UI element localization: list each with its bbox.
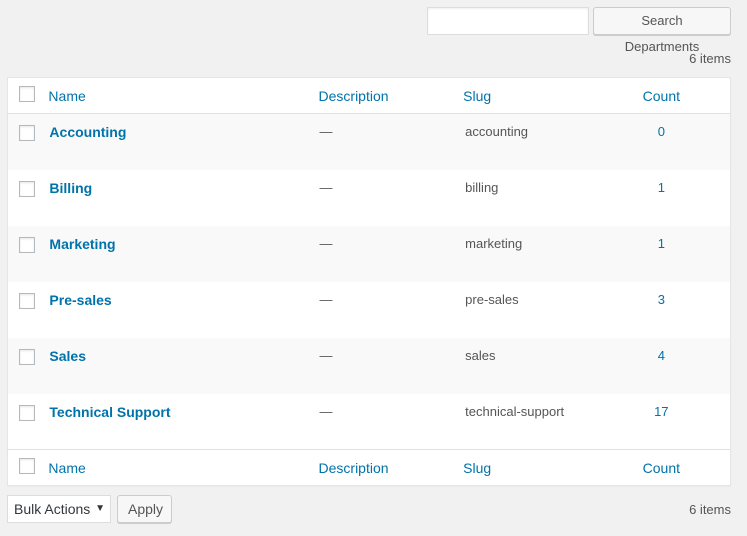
department-description: — xyxy=(319,403,333,419)
select-all-checkbox[interactable] xyxy=(19,86,35,102)
department-description: — xyxy=(319,235,333,251)
dropdown-arrow-icon: ▼ xyxy=(95,503,105,514)
department-slug: pre-sales xyxy=(465,291,519,307)
row-checkbox[interactable] xyxy=(19,180,35,197)
department-description: — xyxy=(319,124,333,139)
table-row: Marketing — marketing 1 xyxy=(7,225,731,282)
table-footer: Name Description Slug Count xyxy=(7,449,731,486)
department-count-link[interactable]: 4 xyxy=(658,348,665,363)
column-count[interactable]: Count xyxy=(643,78,731,114)
department-slug: billing xyxy=(465,179,499,195)
department-name-link[interactable]: Billing xyxy=(49,180,92,196)
department-slug: sales xyxy=(465,347,496,363)
table-row: Pre-sales — pre-sales 3 xyxy=(8,282,731,338)
department-slug: technical-support xyxy=(465,403,565,419)
row-checkbox[interactable] xyxy=(19,236,35,253)
department-description: — xyxy=(319,291,333,307)
department-description: — xyxy=(319,179,333,195)
bulk-actions-select[interactable]: Bulk Actions ▼ xyxy=(7,495,111,523)
row-checkbox[interactable] xyxy=(19,404,35,421)
department-count-link[interactable]: 1 xyxy=(658,180,665,195)
column-slug[interactable]: Slug xyxy=(463,78,642,114)
column-count-footer[interactable]: Count xyxy=(643,450,731,486)
items-count-top: 6 items xyxy=(689,51,731,66)
departments-table: Name Description Slug Count Accounting —… xyxy=(7,77,731,486)
department-name-link[interactable]: Marketing xyxy=(49,236,115,252)
department-name-link[interactable]: Accounting xyxy=(49,124,126,140)
department-description: — xyxy=(319,347,333,363)
department-name-link[interactable]: Pre-sales xyxy=(49,292,111,308)
search-departments-button[interactable]: Search Departments xyxy=(593,7,731,54)
department-slug: accounting xyxy=(465,124,529,139)
column-description: Description xyxy=(318,87,389,104)
column-slug-footer[interactable]: Slug xyxy=(463,450,642,486)
table-row: Sales — sales 4 xyxy=(7,337,731,394)
department-count-link[interactable]: 0 xyxy=(658,124,665,139)
table-row: Accounting — accounting 0 xyxy=(7,113,731,170)
department-name-link[interactable]: Technical Support xyxy=(49,404,170,420)
row-checkbox[interactable] xyxy=(19,348,35,365)
department-slug: marketing xyxy=(465,235,523,251)
bulk-actions-label: Bulk Actions xyxy=(14,501,91,517)
department-count-link[interactable]: 1 xyxy=(658,236,665,251)
table-row: Technical Support — technical-support 17 xyxy=(8,394,731,450)
apply-button[interactable]: Apply xyxy=(117,495,172,523)
row-checkbox[interactable] xyxy=(19,125,35,141)
department-name-link[interactable]: Sales xyxy=(49,348,86,364)
column-name-footer[interactable]: Name xyxy=(48,450,318,486)
select-all-checkbox-footer[interactable] xyxy=(19,458,35,474)
column-name[interactable]: Name xyxy=(48,78,318,114)
department-count-link[interactable]: 3 xyxy=(658,292,665,307)
row-checkbox[interactable] xyxy=(19,292,35,309)
column-description-footer: Description xyxy=(318,459,389,476)
search-input[interactable] xyxy=(427,7,589,35)
items-count-bottom: 6 items xyxy=(689,502,731,517)
table-row: Billing — billing 1 xyxy=(8,170,731,226)
department-count-link[interactable]: 17 xyxy=(654,404,668,419)
table-header: Name Description Slug Count xyxy=(7,78,731,114)
